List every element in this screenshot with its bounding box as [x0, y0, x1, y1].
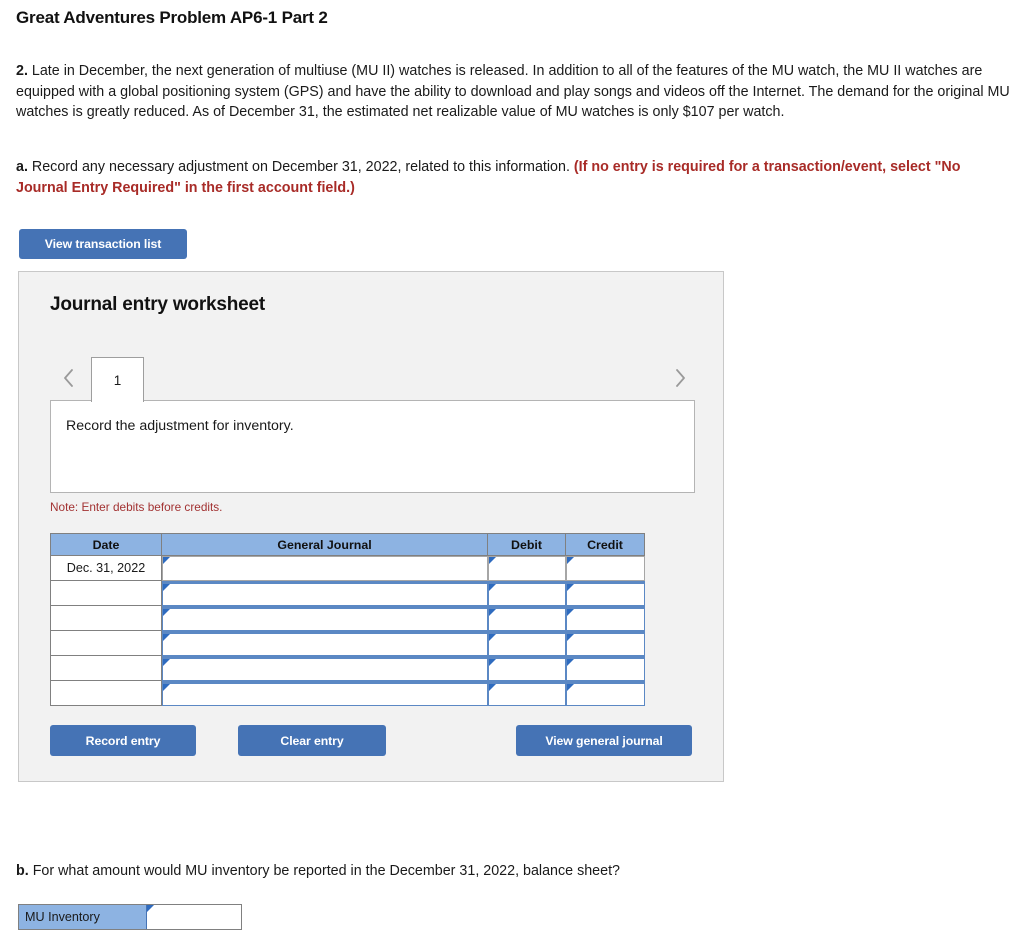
cell-general-journal-3[interactable] — [161, 605, 488, 631]
view-general-journal-button[interactable]: View general journal — [516, 725, 692, 756]
requirement-a-number: a. — [16, 159, 28, 175]
account-select-4[interactable] — [162, 630, 488, 656]
general-journal-table: Date General Journal Debit Credit Dec. 3… — [50, 533, 645, 706]
pager-prev-button[interactable] — [55, 361, 81, 395]
account-select-5[interactable] — [162, 655, 488, 681]
worksheet-page-number: 1 — [113, 372, 122, 388]
cell-credit-3[interactable] — [565, 605, 645, 631]
credit-input-6[interactable] — [565, 680, 645, 706]
cell-debit-1[interactable] — [487, 555, 566, 581]
cell-date-5[interactable] — [50, 655, 162, 681]
cell-general-journal-5[interactable] — [161, 655, 488, 681]
view-transaction-list-button[interactable]: View transaction list — [19, 229, 187, 259]
cell-date-4[interactable] — [50, 630, 162, 656]
column-header-credit: Credit — [565, 533, 645, 556]
credit-input-5[interactable] — [565, 655, 645, 681]
table-header-row: Date General Journal Debit Credit — [50, 533, 645, 556]
chevron-left-icon — [63, 369, 73, 387]
debit-input-6[interactable] — [487, 680, 566, 706]
cell-date-2[interactable] — [50, 580, 162, 606]
cell-date-6[interactable] — [50, 680, 162, 706]
cell-credit-1[interactable] — [565, 555, 645, 581]
problem-statement: 2. Late in December, the next generation… — [16, 61, 1012, 123]
pager-next-button[interactable] — [667, 361, 693, 395]
chevron-right-icon — [675, 369, 685, 387]
debit-input-3[interactable] — [487, 605, 566, 631]
column-header-debit: Debit — [487, 533, 566, 556]
cell-date-1[interactable]: Dec. 31, 2022 — [50, 555, 162, 581]
journal-entry-worksheet-panel: Journal entry worksheet 1 Record the adj… — [18, 271, 724, 782]
account-select-1[interactable] — [162, 556, 488, 581]
debit-input-4[interactable] — [487, 630, 566, 656]
table-row — [50, 630, 645, 656]
requirement-b: b. For what amount would MU inventory be… — [16, 861, 620, 881]
cell-date-3[interactable] — [50, 605, 162, 631]
credit-input-4[interactable] — [565, 630, 645, 656]
credit-input-1[interactable] — [565, 556, 645, 581]
problem-text: Late in December, the next generation of… — [16, 63, 1010, 120]
account-select-3[interactable] — [162, 605, 488, 631]
cell-general-journal-1[interactable] — [161, 555, 488, 581]
cell-debit-2[interactable] — [487, 580, 566, 606]
account-select-2[interactable] — [162, 580, 488, 606]
cell-credit-6[interactable] — [565, 680, 645, 706]
credit-input-2[interactable] — [565, 580, 645, 606]
cell-general-journal-4[interactable] — [161, 630, 488, 656]
cell-general-journal-2[interactable] — [161, 580, 488, 606]
cell-debit-4[interactable] — [487, 630, 566, 656]
debit-input-1[interactable] — [487, 556, 566, 581]
cell-general-journal-6[interactable] — [161, 680, 488, 706]
worksheet-title: Journal entry worksheet — [50, 294, 266, 315]
cell-debit-3[interactable] — [487, 605, 566, 631]
cell-debit-5[interactable] — [487, 655, 566, 681]
requirement-b-number: b. — [16, 863, 29, 879]
column-header-date: Date — [50, 533, 162, 556]
mu-inventory-label: MU Inventory — [19, 905, 146, 929]
cell-debit-6[interactable] — [487, 680, 566, 706]
table-row — [50, 605, 645, 631]
requirement-b-text: For what amount would MU inventory be re… — [28, 863, 620, 879]
credit-input-3[interactable] — [565, 605, 645, 631]
requirement-a-text: Record any necessary adjustment on Decem… — [27, 159, 574, 175]
table-row — [50, 680, 645, 706]
requirement-a: a. Record any necessary adjustment on De… — [16, 157, 1006, 198]
record-entry-button[interactable]: Record entry — [50, 725, 196, 756]
debit-input-2[interactable] — [487, 580, 566, 606]
worksheet-description-text: Record the adjustment for inventory. — [66, 418, 294, 434]
table-row — [50, 655, 645, 681]
table-row: Dec. 31, 2022 — [50, 555, 645, 581]
page-title: Great Adventures Problem AP6-1 Part 2 — [16, 8, 328, 27]
cell-credit-5[interactable] — [565, 655, 645, 681]
debits-before-credits-note: Note: Enter debits before credits. — [50, 500, 223, 514]
cell-credit-4[interactable] — [565, 630, 645, 656]
worksheet-description-box: Record the adjustment for inventory. — [50, 400, 695, 493]
clear-entry-button[interactable]: Clear entry — [238, 725, 386, 756]
worksheet-page-tab-1[interactable]: 1 — [91, 357, 144, 402]
problem-number: 2. — [16, 63, 28, 79]
account-select-6[interactable] — [162, 680, 488, 706]
mu-inventory-answer-row: MU Inventory — [18, 904, 242, 930]
debit-input-5[interactable] — [487, 655, 566, 681]
mu-inventory-input[interactable] — [146, 905, 241, 929]
table-row — [50, 580, 645, 606]
column-header-general-journal: General Journal — [161, 533, 488, 556]
cell-credit-2[interactable] — [565, 580, 645, 606]
